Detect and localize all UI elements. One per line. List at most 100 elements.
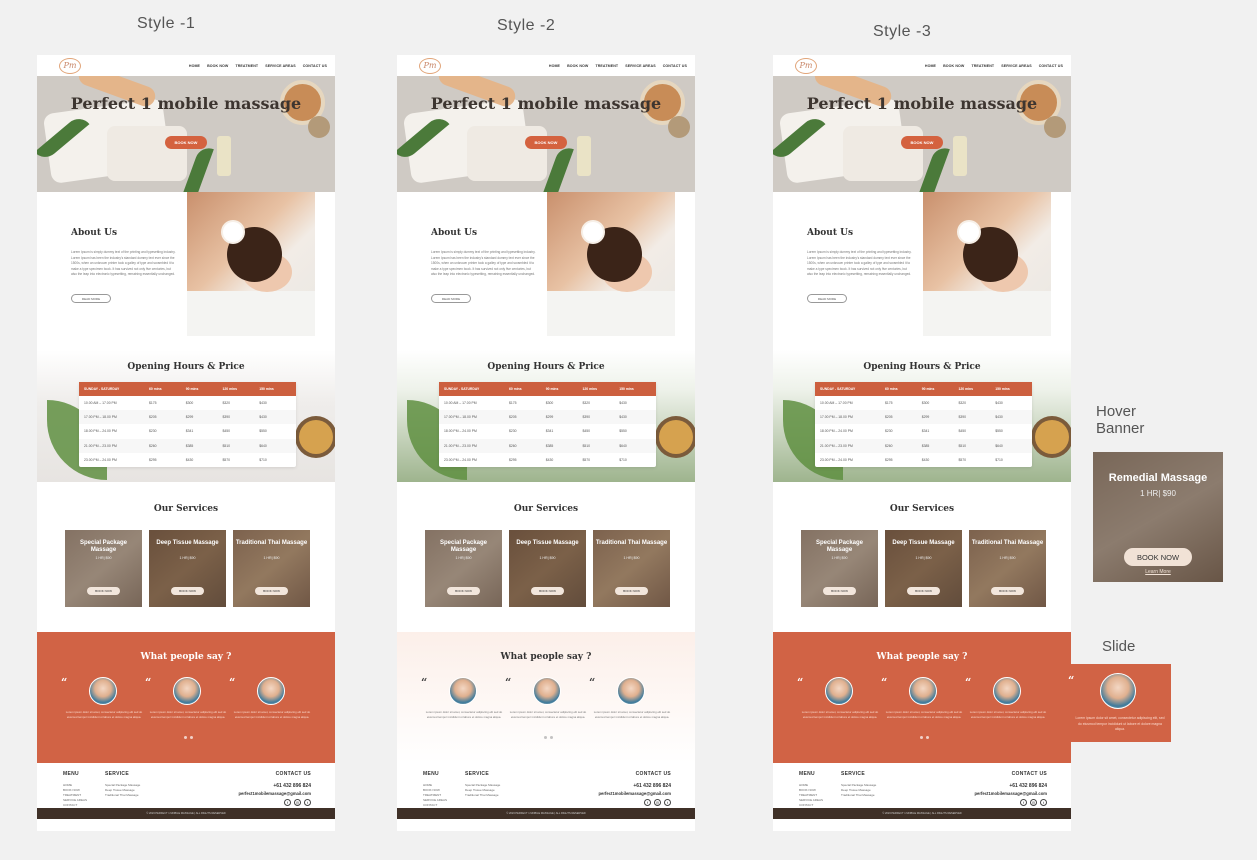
service-book-now-button[interactable]: BOOK NOW [991, 587, 1024, 595]
service-book-now-button[interactable]: BOOK NOW [87, 587, 120, 595]
service-card[interactable]: Deep Tissue Massage 1 HR| $90 BOOK NOW [149, 530, 226, 607]
slider-dot[interactable] [190, 736, 193, 739]
hover-banner[interactable]: Remedial Massage 1 HR| $90 BOOK NOW Lear… [1093, 452, 1223, 582]
nav-home[interactable]: HOME [549, 64, 560, 68]
slider-dots[interactable] [920, 736, 929, 739]
footer-phone[interactable]: +61 432 896 824 [1009, 783, 1047, 789]
service-card[interactable]: Deep Tissue Massage 1 HR| $90 BOOK NOW [509, 530, 586, 607]
testimonial-text: Lorem ipsum dolor sit amet, consectetur … [233, 710, 311, 719]
service-card[interactable]: Deep Tissue Massage 1 HR| $90 BOOK NOW [885, 530, 962, 607]
service-card[interactable]: Special Package Massage 1 HR| $90 BOOK N… [425, 530, 502, 607]
table-cell: 18.00 PM – 24.00 PM [820, 429, 853, 434]
slider-dot[interactable] [550, 736, 553, 739]
service-book-now-button[interactable]: BOOK NOW [171, 587, 204, 595]
nav-book-now[interactable]: BOOK NOW [567, 64, 588, 68]
table-cell: $510 [222, 443, 231, 448]
footer-email[interactable]: perfect1mobilemassage@gmail.com [974, 791, 1047, 796]
slider-dots[interactable] [544, 736, 553, 739]
slider-dot[interactable] [920, 736, 923, 739]
instagram-icon[interactable]: ◎ [1030, 799, 1037, 806]
hero-book-now-button[interactable]: BOOK NOW [165, 136, 207, 149]
avatar [825, 677, 853, 705]
slider-dot[interactable] [926, 736, 929, 739]
hero-book-now-button[interactable]: BOOK NOW [525, 136, 567, 149]
twitter-icon[interactable]: t [1040, 799, 1047, 806]
service-book-now-button[interactable]: BOOK NOW [255, 587, 288, 595]
service-book-now-button[interactable]: BOOK NOW [823, 587, 856, 595]
twitter-icon[interactable]: t [664, 799, 671, 806]
hours-section: Opening Hours & Price SUNDAY - SATURDAY … [37, 350, 335, 482]
nav-service-areas[interactable]: SERVICE AREAS [625, 64, 655, 68]
table-cell: $260 [149, 443, 157, 448]
nav-contact-us[interactable]: CONTACT US [663, 64, 687, 68]
slide-text: Lorem ipsum dolor sit amet, consectetur … [1075, 716, 1165, 731]
slider-dots[interactable] [184, 736, 193, 739]
footer-email[interactable]: perfect1mobilemassage@gmail.com [238, 791, 311, 796]
avatar [993, 677, 1021, 705]
service-card[interactable]: Special Package Massage 1 HR| $90 BOOK N… [801, 530, 878, 607]
footer-phone[interactable]: +61 432 896 824 [273, 783, 311, 789]
service-title: Special Package Massage [439, 540, 488, 553]
about-text: Lorem Ipsum is simply dummy text of the … [431, 250, 536, 276]
site-logo[interactable]: Pm [795, 57, 817, 74]
quote-icon: “ [881, 676, 888, 689]
photo-flower [223, 222, 243, 242]
table-row: 23.00 PM – 24.00 PM $295 $430 $570 $710 [79, 453, 296, 467]
read-more-button[interactable]: READ MORE [807, 294, 847, 303]
footer-contact-title: CONTACT US [1011, 771, 1047, 777]
nav-book-now[interactable]: BOOK NOW [943, 64, 964, 68]
service-book-now-button[interactable]: BOOK NOW [447, 587, 480, 595]
footer-email[interactable]: perfect1mobilemassage@gmail.com [598, 791, 671, 796]
hero-bottle [217, 136, 231, 176]
twitter-icon[interactable]: t [304, 799, 311, 806]
service-book-now-button[interactable]: BOOK NOW [615, 587, 648, 595]
table-cell: $390 [222, 415, 231, 420]
navbar: Pm HOME BOOK NOW TREATMENT SERVICE AREAS… [37, 55, 335, 76]
service-card[interactable]: Traditional Thai Massage 1 HR| $90 BOOK … [969, 530, 1046, 607]
nav-service-areas[interactable]: SERVICE AREAS [1001, 64, 1031, 68]
about-section: About Us Lorem Ipsum is simply dummy tex… [397, 192, 695, 350]
service-book-now-button[interactable]: BOOK NOW [907, 587, 940, 595]
footer-link[interactable]: Traditional Thai Massage [105, 793, 140, 798]
nav-home[interactable]: HOME [189, 64, 200, 68]
hover-book-now-button[interactable]: BOOK NOW [1124, 548, 1192, 566]
slider-dot[interactable] [184, 736, 187, 739]
instagram-icon[interactable]: ◎ [294, 799, 301, 806]
service-book-now-button[interactable]: BOOK NOW [531, 587, 564, 595]
price-table: SUNDAY - SATURDAY 60 mins 90 mins 120 mi… [815, 382, 1032, 467]
read-more-button[interactable]: READ MORE [431, 294, 471, 303]
hero-book-now-button[interactable]: BOOK NOW [901, 136, 943, 149]
service-card[interactable]: Special Package Massage 1 HR| $90 BOOK N… [65, 530, 142, 607]
nav-treatment[interactable]: TREATMENT [595, 64, 618, 68]
hero-title: Perfect 1 mobile massage [430, 94, 662, 113]
service-card[interactable]: Traditional Thai Massage 1 HR| $90 BOOK … [593, 530, 670, 607]
footer-link[interactable]: Traditional Thai Massage [465, 793, 500, 798]
nav-contact-us[interactable]: CONTACT US [1039, 64, 1063, 68]
read-more-button[interactable]: READ MORE [71, 294, 111, 303]
service-title: Deep Tissue Massage [156, 540, 219, 546]
services-title: Our Services [889, 504, 955, 514]
nav-contact-us[interactable]: CONTACT US [303, 64, 327, 68]
table-cell: $430 [259, 415, 267, 420]
table-row: 18.00 PM – 24.00 PM $230 $341 $450 $550 [815, 424, 1032, 438]
testimonial-text: Lorem ipsum dolor sit amet, consectetur … [65, 710, 143, 719]
table-cell: $205 [149, 415, 157, 420]
site-logo[interactable]: Pm [59, 57, 81, 74]
site-logo[interactable]: Pm [419, 57, 441, 74]
nav-book-now[interactable]: BOOK NOW [207, 64, 228, 68]
service-card[interactable]: Traditional Thai Massage 1 HR| $90 BOOK … [233, 530, 310, 607]
table-cell: $299 [921, 415, 930, 420]
facebook-icon[interactable]: f [284, 799, 291, 806]
facebook-icon[interactable]: f [1020, 799, 1027, 806]
footer-link[interactable]: Traditional Thai Massage [841, 793, 876, 798]
nav-home[interactable]: HOME [925, 64, 936, 68]
instagram-icon[interactable]: ◎ [654, 799, 661, 806]
service-price: 1 HR| $90 [623, 556, 640, 560]
nav-treatment[interactable]: TREATMENT [971, 64, 994, 68]
slider-dot[interactable] [544, 736, 547, 739]
nav-treatment[interactable]: TREATMENT [235, 64, 258, 68]
hover-learn-more-link[interactable]: Learn More [1093, 569, 1223, 575]
nav-service-areas[interactable]: SERVICE AREAS [265, 64, 295, 68]
footer-phone[interactable]: +61 432 896 824 [633, 783, 671, 789]
facebook-icon[interactable]: f [644, 799, 651, 806]
